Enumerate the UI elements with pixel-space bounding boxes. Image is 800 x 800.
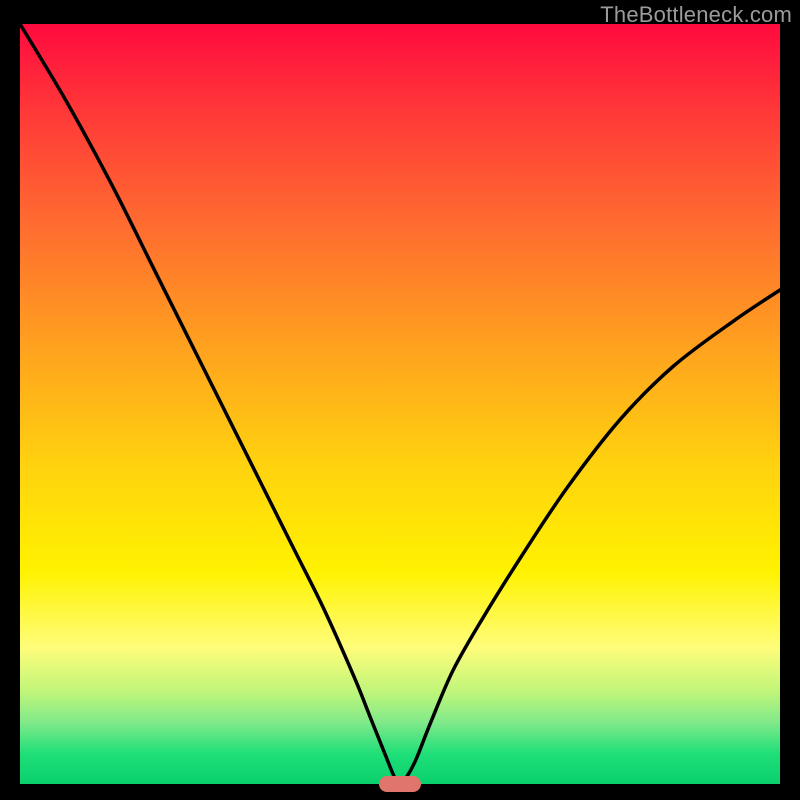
watermark-text: TheBottleneck.com <box>600 2 792 28</box>
bottleneck-curve <box>20 24 780 783</box>
heatmap-gradient-background <box>20 24 780 784</box>
optimum-marker <box>379 776 421 792</box>
curve-layer <box>20 24 780 784</box>
chart-stage: TheBottleneck.com <box>0 0 800 800</box>
